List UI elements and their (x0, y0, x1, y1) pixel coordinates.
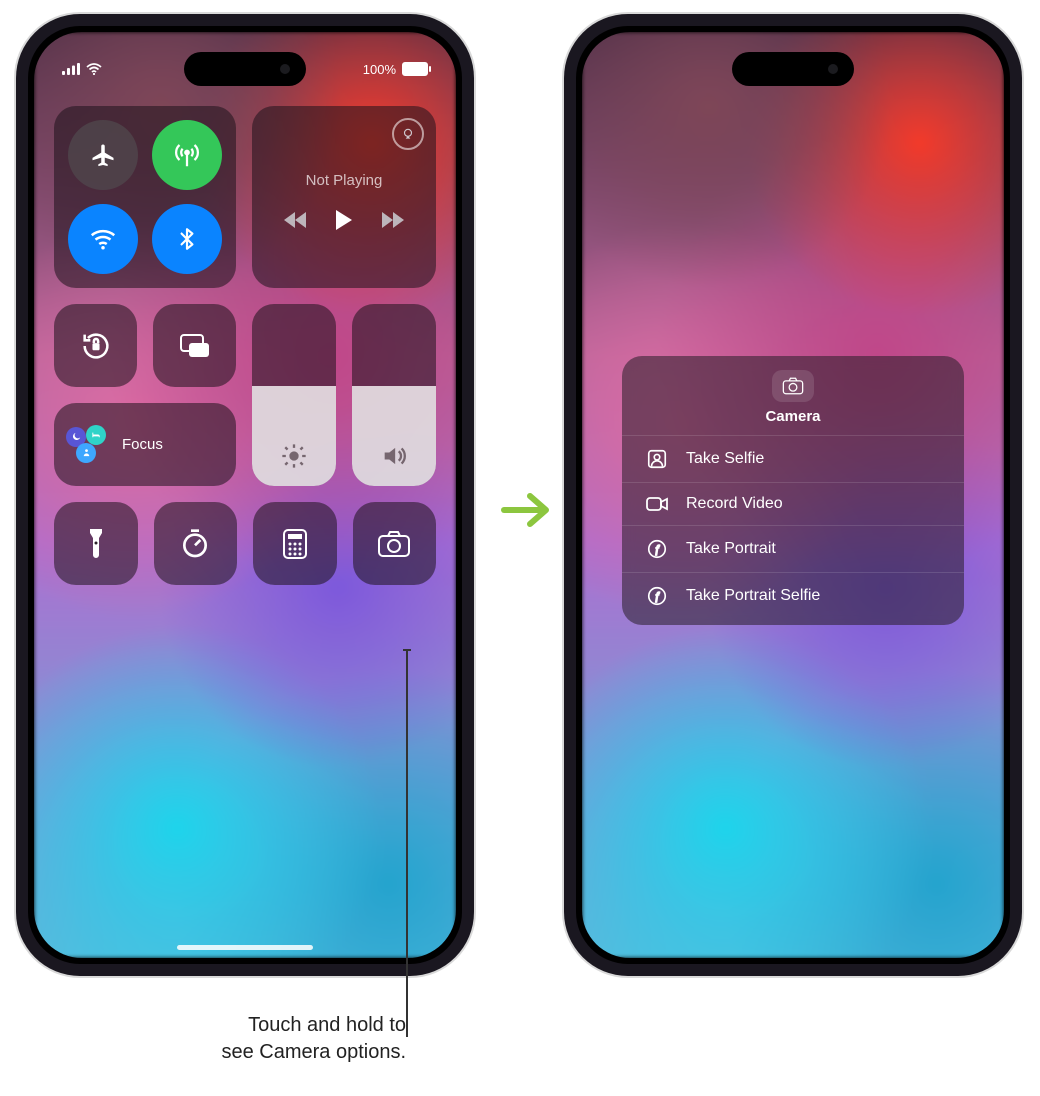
airplay-icon (401, 127, 415, 141)
menu-item-take-portrait[interactable]: f Take Portrait (622, 525, 964, 572)
screen-mirroring-icon (178, 332, 212, 360)
svg-text:f: f (656, 592, 660, 603)
cell-signal-icon (62, 63, 80, 75)
volume-slider[interactable] (352, 304, 436, 486)
screen-mirroring-button[interactable] (153, 304, 236, 387)
brightness-icon (280, 442, 308, 470)
bluetooth-toggle[interactable] (152, 204, 222, 274)
control-center: Not Playing (54, 106, 436, 585)
menu-item-record-video[interactable]: Record Video (622, 482, 964, 525)
wifi-icon (88, 224, 118, 254)
brightness-slider[interactable] (252, 304, 336, 486)
now-playing-text: Not Playing (306, 172, 383, 189)
orientation-lock-button[interactable] (54, 304, 137, 387)
bluetooth-icon (174, 224, 200, 254)
portrait-selfie-icon: f (644, 585, 670, 607)
menu-item-label: Take Portrait Selfie (686, 587, 820, 605)
focus-button[interactable]: Focus (54, 403, 236, 486)
forward-button[interactable] (380, 211, 404, 229)
camera-icon (377, 530, 411, 558)
airplane-icon (89, 141, 117, 169)
iphone-right: Camera Take Selfie Record Video (564, 14, 1022, 976)
home-indicator[interactable] (177, 945, 313, 950)
bed-icon (86, 425, 106, 445)
airplay-button[interactable] (392, 118, 424, 150)
dynamic-island (732, 52, 854, 86)
wifi-status-icon (86, 63, 102, 75)
video-icon (644, 495, 670, 513)
portrait-icon: f (644, 538, 670, 560)
airplane-mode-toggle[interactable] (68, 120, 138, 190)
cellular-data-toggle[interactable] (152, 120, 222, 190)
play-button[interactable] (334, 209, 354, 231)
volume-icon (380, 442, 408, 470)
svg-text:f: f (656, 545, 660, 556)
camera-quick-actions-menu: Camera Take Selfie Record Video (622, 356, 964, 625)
camera-button[interactable] (353, 502, 437, 585)
focus-label: Focus (122, 436, 163, 453)
callout-leader-line (406, 649, 408, 1037)
connectivity-tile[interactable] (54, 106, 236, 288)
menu-item-label: Take Selfie (686, 450, 764, 468)
selfie-icon (644, 448, 670, 470)
dynamic-island (184, 52, 306, 86)
transition-arrow-icon (498, 490, 554, 530)
wifi-toggle[interactable] (68, 204, 138, 274)
flashlight-icon (85, 527, 107, 561)
menu-item-label: Take Portrait (686, 540, 776, 558)
camera-icon (772, 370, 814, 402)
camera-menu-title: Camera (765, 408, 820, 425)
volume-fill (352, 386, 436, 486)
callout-text: Touch and hold to see Camera options. (116, 1012, 406, 1066)
menu-item-take-portrait-selfie[interactable]: f Take Portrait Selfie (622, 572, 964, 619)
menu-item-label: Record Video (686, 495, 783, 513)
brightness-fill (252, 386, 336, 486)
flashlight-button[interactable] (54, 502, 138, 585)
person-icon (76, 443, 96, 463)
battery-percent-text: 100% (363, 62, 396, 77)
media-tile[interactable]: Not Playing (252, 106, 436, 288)
menu-item-take-selfie[interactable]: Take Selfie (622, 435, 964, 482)
callout-line-2: see Camera options. (116, 1039, 406, 1066)
calculator-button[interactable] (253, 502, 337, 585)
rewind-button[interactable] (284, 211, 308, 229)
timer-button[interactable] (154, 502, 238, 585)
timer-icon (179, 528, 211, 560)
callout-line-1: Touch and hold to (116, 1012, 406, 1039)
cell-tower-icon (172, 140, 202, 170)
battery-icon (402, 62, 428, 76)
calculator-icon (282, 528, 308, 560)
focus-icons-cluster (66, 425, 112, 465)
orientation-lock-icon (79, 329, 113, 363)
